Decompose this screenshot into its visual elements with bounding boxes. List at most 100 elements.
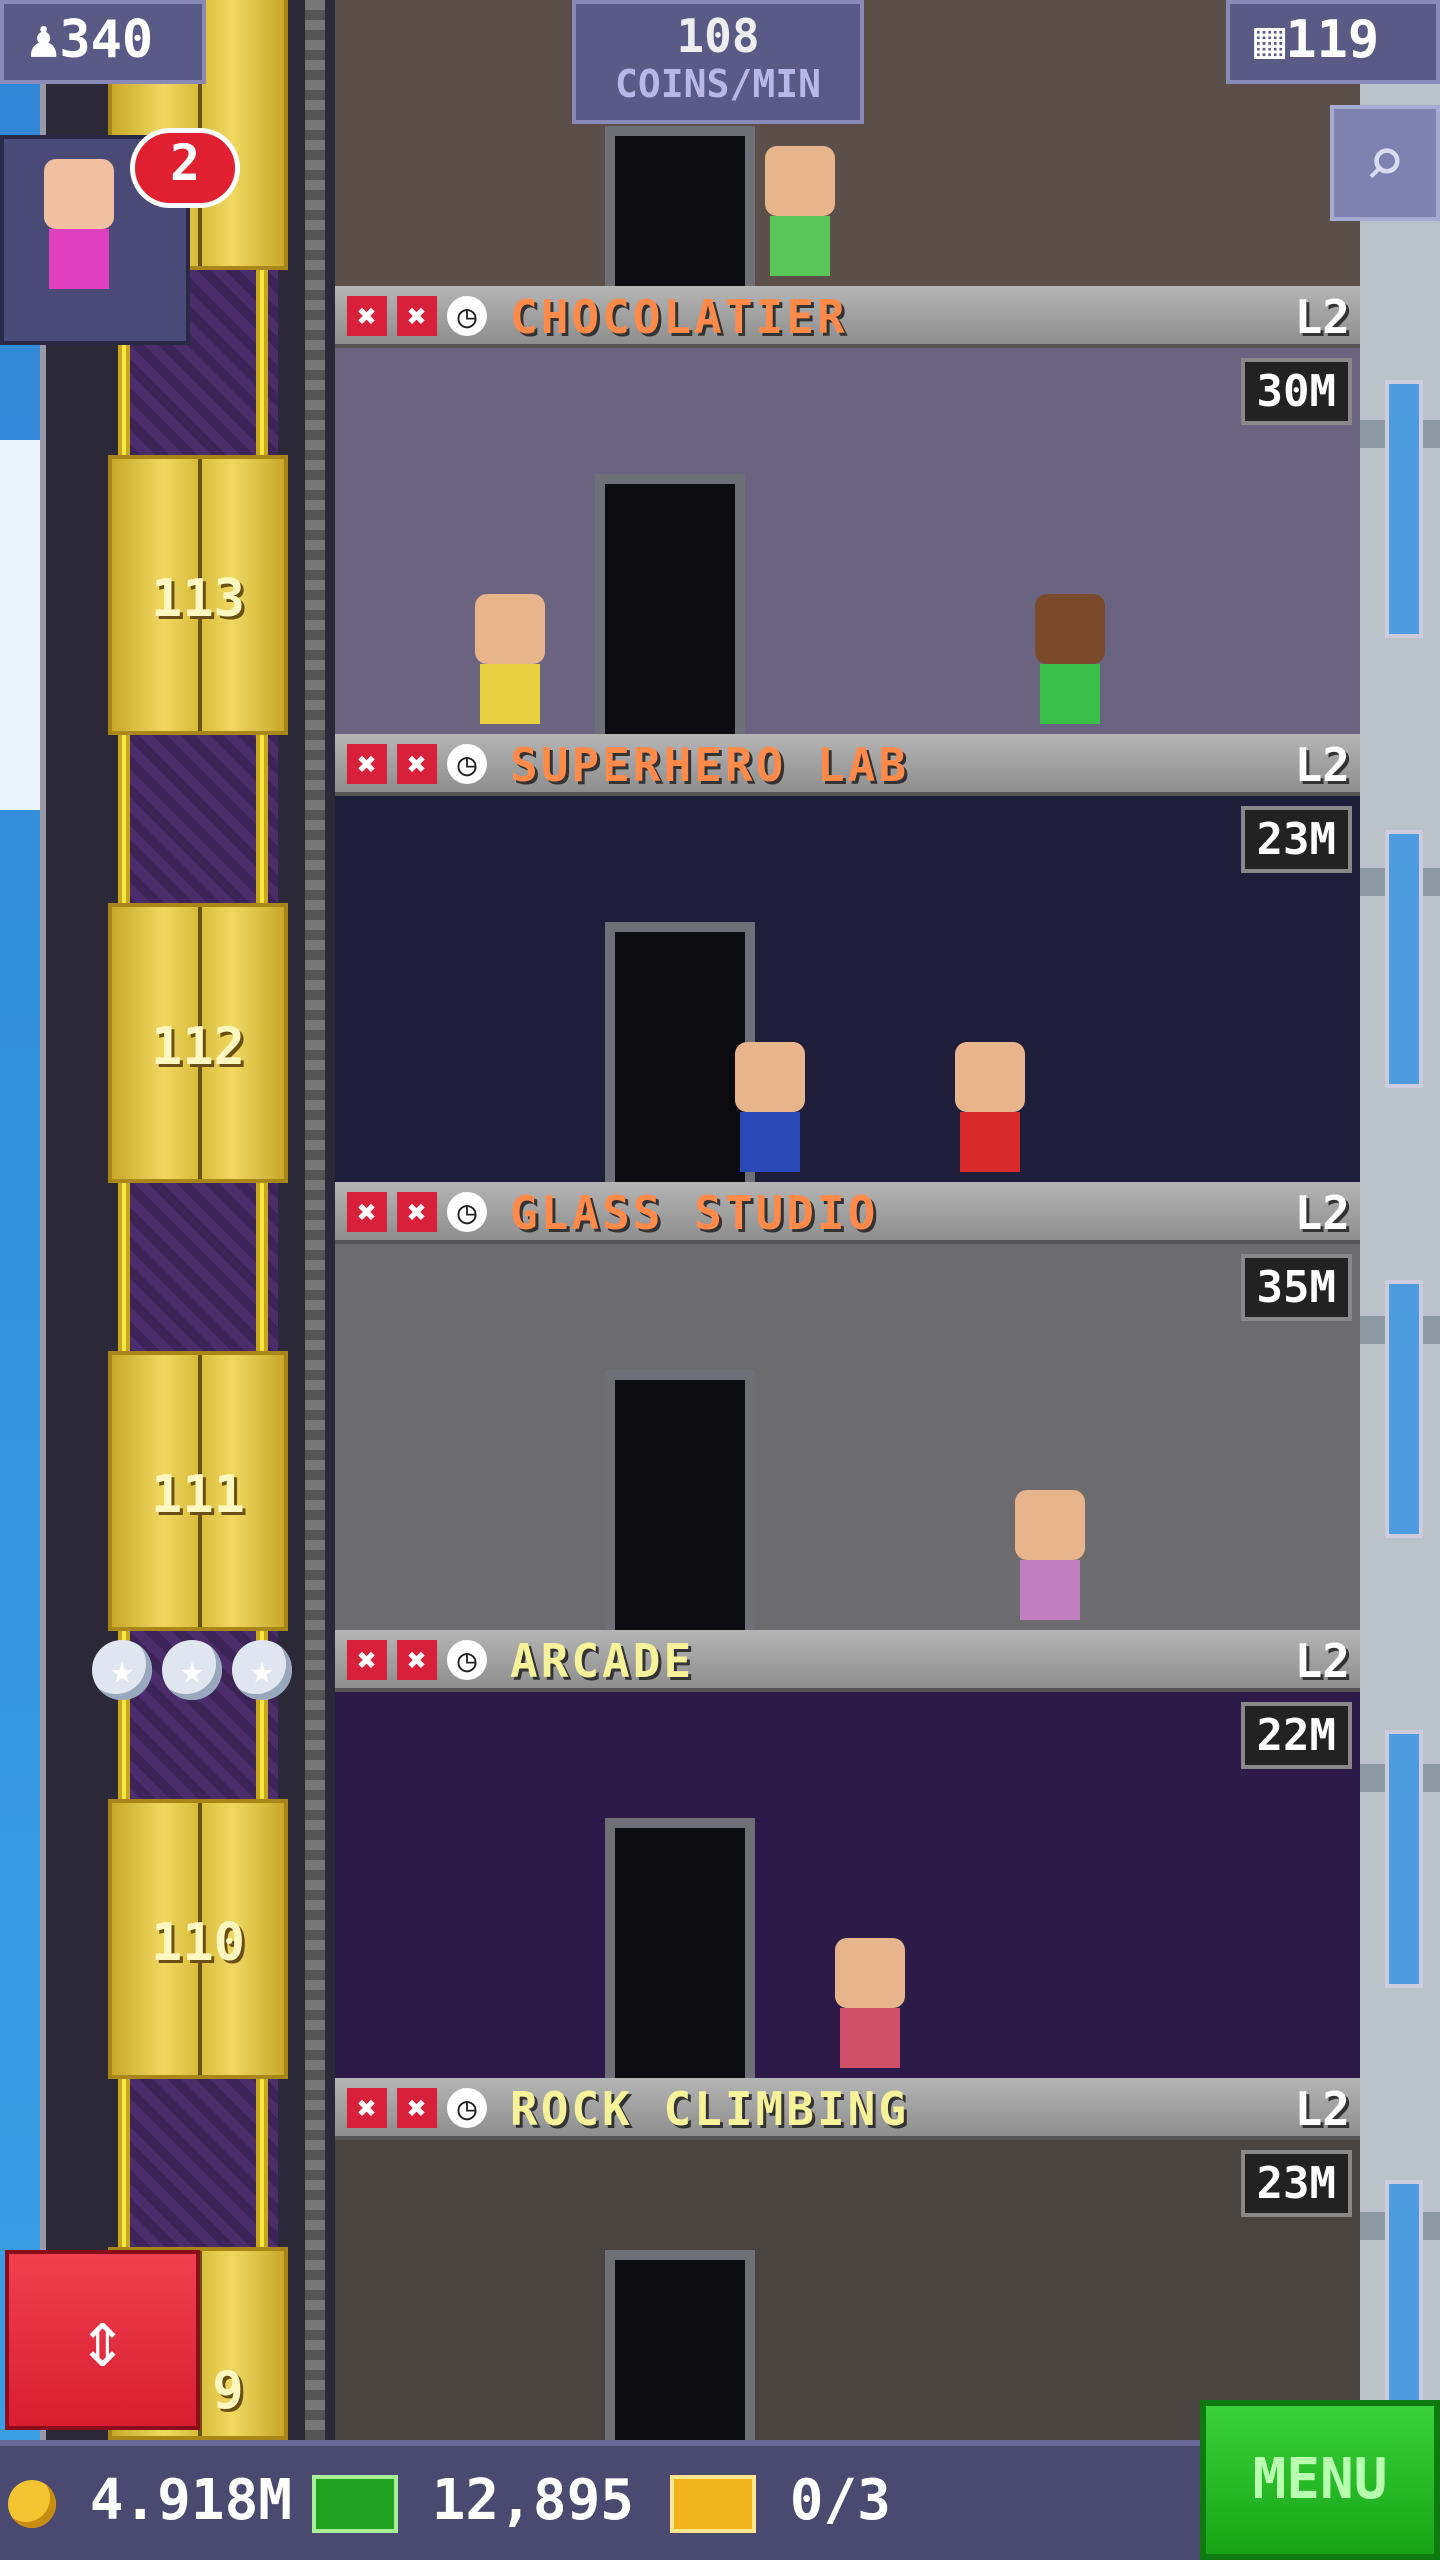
floor-header: ✖ ✖ ◷ SUPERHERO LAB L2 [335,734,1360,796]
menu-button[interactable]: MENU [1200,2400,1440,2560]
floor-header: ✖ ✖ ◷ ARCADE L2 [335,1630,1360,1692]
floors-value: 119 [1285,10,1380,70]
clock-icon: ◷ [447,1640,487,1680]
floor-superhero-lab[interactable]: ✖ ✖ ◷ SUPERHERO LAB L2 23M [335,734,1360,1182]
x-icon: ✖ [397,1640,437,1680]
resident[interactable] [1015,1490,1085,1620]
up-down-arrows-icon: ⇕ [78,2292,127,2385]
coins-rate-panel: 108 COINS/MIN [572,0,864,124]
cloud [0,440,40,810]
room-door [605,2250,755,2440]
x-icon: ✖ [347,1640,387,1680]
resident[interactable] [835,1938,905,2068]
clock-icon: ◷ [447,744,487,784]
floor-name: ROCK CLIMBING [510,2082,910,2136]
x-icon: ✖ [347,1192,387,1232]
coins-value: 4.918M [89,2468,293,2533]
room-interior [335,1692,1360,2078]
floor-header: ✖ ✖ ◷ CHOCOLATIER L2 [335,286,1360,348]
floor-header: ✖ ✖ ◷ ROCK CLIMBING L2 [335,2078,1360,2140]
tickets-value: 0/3 [789,2468,891,2533]
floors-counter[interactable]: ▦119 [1226,0,1440,84]
floor-level: L2 [1294,290,1350,344]
floor-timer: 23M [1240,2150,1352,2217]
room-interior [335,796,1360,1182]
person-icon: ♟ [28,10,60,70]
star-icon: ★ [232,1640,292,1700]
resident[interactable] [735,1042,805,1172]
tickets-display[interactable]: 0/3 [670,2468,891,2533]
bux-icon [312,2474,398,2533]
floor-number: 112 [151,1017,245,1077]
room-interior [335,2140,1360,2440]
magnifier-icon: ⌕ [1363,121,1407,203]
elevator-stars: ★ ★ ★ [92,1640,292,1700]
floor-level: L2 [1294,2082,1350,2136]
floor-header: ✖ ✖ ◷ GLASS STUDIO L2 [335,1182,1360,1244]
ticket-icon [670,2474,756,2533]
floor-glass-studio[interactable]: ✖ ✖ ◷ GLASS STUDIO L2 35M [335,1182,1360,1630]
building-window [1385,380,1423,638]
floor-level: L2 [1294,1186,1350,1240]
x-icon: ✖ [397,1192,437,1232]
coins-rate-value: 108 [676,9,760,63]
room-interior [335,1244,1360,1630]
floor-arcade[interactable]: ✖ ✖ ◷ ARCADE L2 22M [335,1630,1360,2078]
x-icon: ✖ [347,2088,387,2128]
elevator-door-112[interactable]: 112 [108,903,288,1183]
coin-icon [8,2479,56,2528]
x-icon: ✖ [347,296,387,336]
floor-name: CHOCOLATIER [510,290,848,344]
room-door [605,126,755,286]
clock-icon: ◷ [447,296,487,336]
vip-avatar [44,159,114,319]
star-icon: ★ [162,1640,222,1700]
resident [765,146,835,276]
room-interior [335,348,1360,734]
elevator-door-111[interactable]: 111 [108,1351,288,1631]
x-icon: ✖ [397,296,437,336]
floor-number: 113 [151,569,245,629]
floor-timer: 35M [1240,1254,1352,1321]
floor-level: L2 [1294,738,1350,792]
building-window [1385,1280,1423,1538]
elevator-cable [305,0,325,2440]
floor-name: SUPERHERO LAB [510,738,910,792]
resident[interactable] [955,1042,1025,1172]
floor-rock-climbing[interactable]: ✖ ✖ ◷ ROCK CLIMBING L2 23M [335,2078,1360,2440]
building-window [1385,1730,1423,1988]
bux-value: 12,895 [431,2468,635,2533]
floor-chocolatier[interactable]: ✖ ✖ ◷ CHOCOLATIER L2 30M [335,286,1360,734]
population-value: 340 [59,10,154,70]
room-door [605,1818,755,2078]
coins-rate-unit: COINS/MIN [615,62,821,106]
building-icon: ▦ [1254,10,1286,70]
resident[interactable] [475,594,545,724]
x-icon: ✖ [347,744,387,784]
search-button[interactable]: ⌕ [1330,105,1440,221]
floor-level: L2 [1294,1634,1350,1688]
building-outer-wall [1360,0,1440,2440]
room-door [605,922,755,1182]
coins-display[interactable]: 4.918M [8,2468,292,2533]
floor-timer: 23M [1240,806,1352,873]
floor-timer: 30M [1240,358,1352,425]
floor-timer: 22M [1240,1702,1352,1769]
elevator-door-113[interactable]: 113 [108,455,288,735]
x-icon: ✖ [397,744,437,784]
building-window [1385,830,1423,1088]
room-door [595,474,745,734]
clock-icon: ◷ [447,2088,487,2128]
star-icon: ★ [92,1640,152,1700]
elevator-control-button[interactable]: ⇕ [5,2250,200,2430]
bux-display[interactable]: 12,895 [312,2468,634,2533]
elevator-door-110[interactable]: 110 [108,1799,288,2079]
population-counter[interactable]: ♟340 [0,0,206,84]
x-icon: ✖ [397,2088,437,2128]
floor-number: 110 [151,1913,245,1973]
room-door [605,1370,755,1630]
resident[interactable] [1035,594,1105,724]
floor-number: 9 [212,2361,244,2421]
floor-number: 111 [151,1465,245,1525]
floor-name: GLASS STUDIO [510,1186,879,1240]
